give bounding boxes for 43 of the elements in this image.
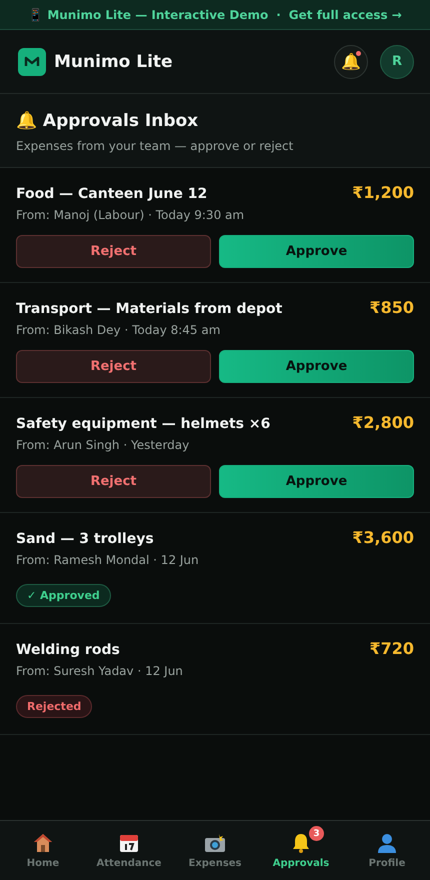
calendar-icon: [118, 832, 140, 854]
expense-amount: ₹720: [369, 639, 414, 658]
expense-meta: From: Manoj (Labour) · Today 9:30 am: [16, 208, 246, 222]
banner-text: 📱 Munimo Lite — Interactive Demo: [28, 8, 268, 22]
expense-title: Transport — Materials from depot: [16, 301, 282, 317]
app-name: Munimo Lite: [54, 52, 174, 72]
avatar-button[interactable]: R: [380, 44, 414, 78]
camera-icon: [204, 832, 226, 854]
expense-meta: From: Suresh Yadav · 12 Jun: [16, 664, 184, 678]
page-subtitle: Expenses from your team — approve or reject: [16, 139, 294, 153]
reject-button[interactable]: Reject: [16, 350, 211, 383]
expense-meta: From: Arun Singh · Yesterday: [16, 438, 190, 452]
approve-button[interactable]: Approve: [219, 235, 414, 268]
nav-tab[interactable]: Profile: [344, 821, 430, 880]
expense-title: Food — Canteen June 12: [16, 186, 208, 202]
person-icon: [376, 832, 398, 854]
approve-button[interactable]: Approve: [219, 465, 414, 498]
status-badge: ✓ Approved: [16, 584, 111, 607]
expense-amount: ₹3,600: [352, 528, 414, 547]
logo-icon: [18, 48, 46, 76]
count-badge: 3: [309, 826, 324, 841]
reject-button[interactable]: Reject: [16, 465, 211, 498]
expense-title: Sand — 3 trolleys: [16, 531, 154, 547]
nav-tab[interactable]: 3 Approvals: [258, 821, 344, 880]
expense-amount: ₹1,200: [352, 183, 414, 202]
nav-tab[interactable]: Expenses: [172, 821, 258, 880]
expense-title: Welding rods: [16, 642, 120, 658]
expense-title: Safety equipment — helmets ×6: [16, 416, 270, 432]
nav-tab[interactable]: Attendance: [86, 821, 172, 880]
status-badge: Rejected: [16, 695, 92, 718]
expense-amount: ₹850: [369, 298, 414, 317]
page-title: 🔔 Approvals Inbox: [16, 110, 200, 131]
full-access-link[interactable]: Get full access →: [288, 8, 402, 22]
notifications-button[interactable]: 🔔: [334, 44, 368, 78]
house-icon: [32, 832, 54, 854]
nav-tab[interactable]: Home: [0, 821, 86, 880]
expense-meta: From: Ramesh Mondal · 12 Jun: [16, 553, 200, 567]
expense-meta: From: Bikash Dey · Today 8:45 am: [16, 323, 222, 337]
expense-amount: ₹2,800: [352, 413, 414, 432]
bell-icon: [290, 832, 312, 854]
reject-button[interactable]: Reject: [16, 235, 211, 268]
separator: ·: [276, 8, 281, 22]
approve-button[interactable]: Approve: [219, 350, 414, 383]
